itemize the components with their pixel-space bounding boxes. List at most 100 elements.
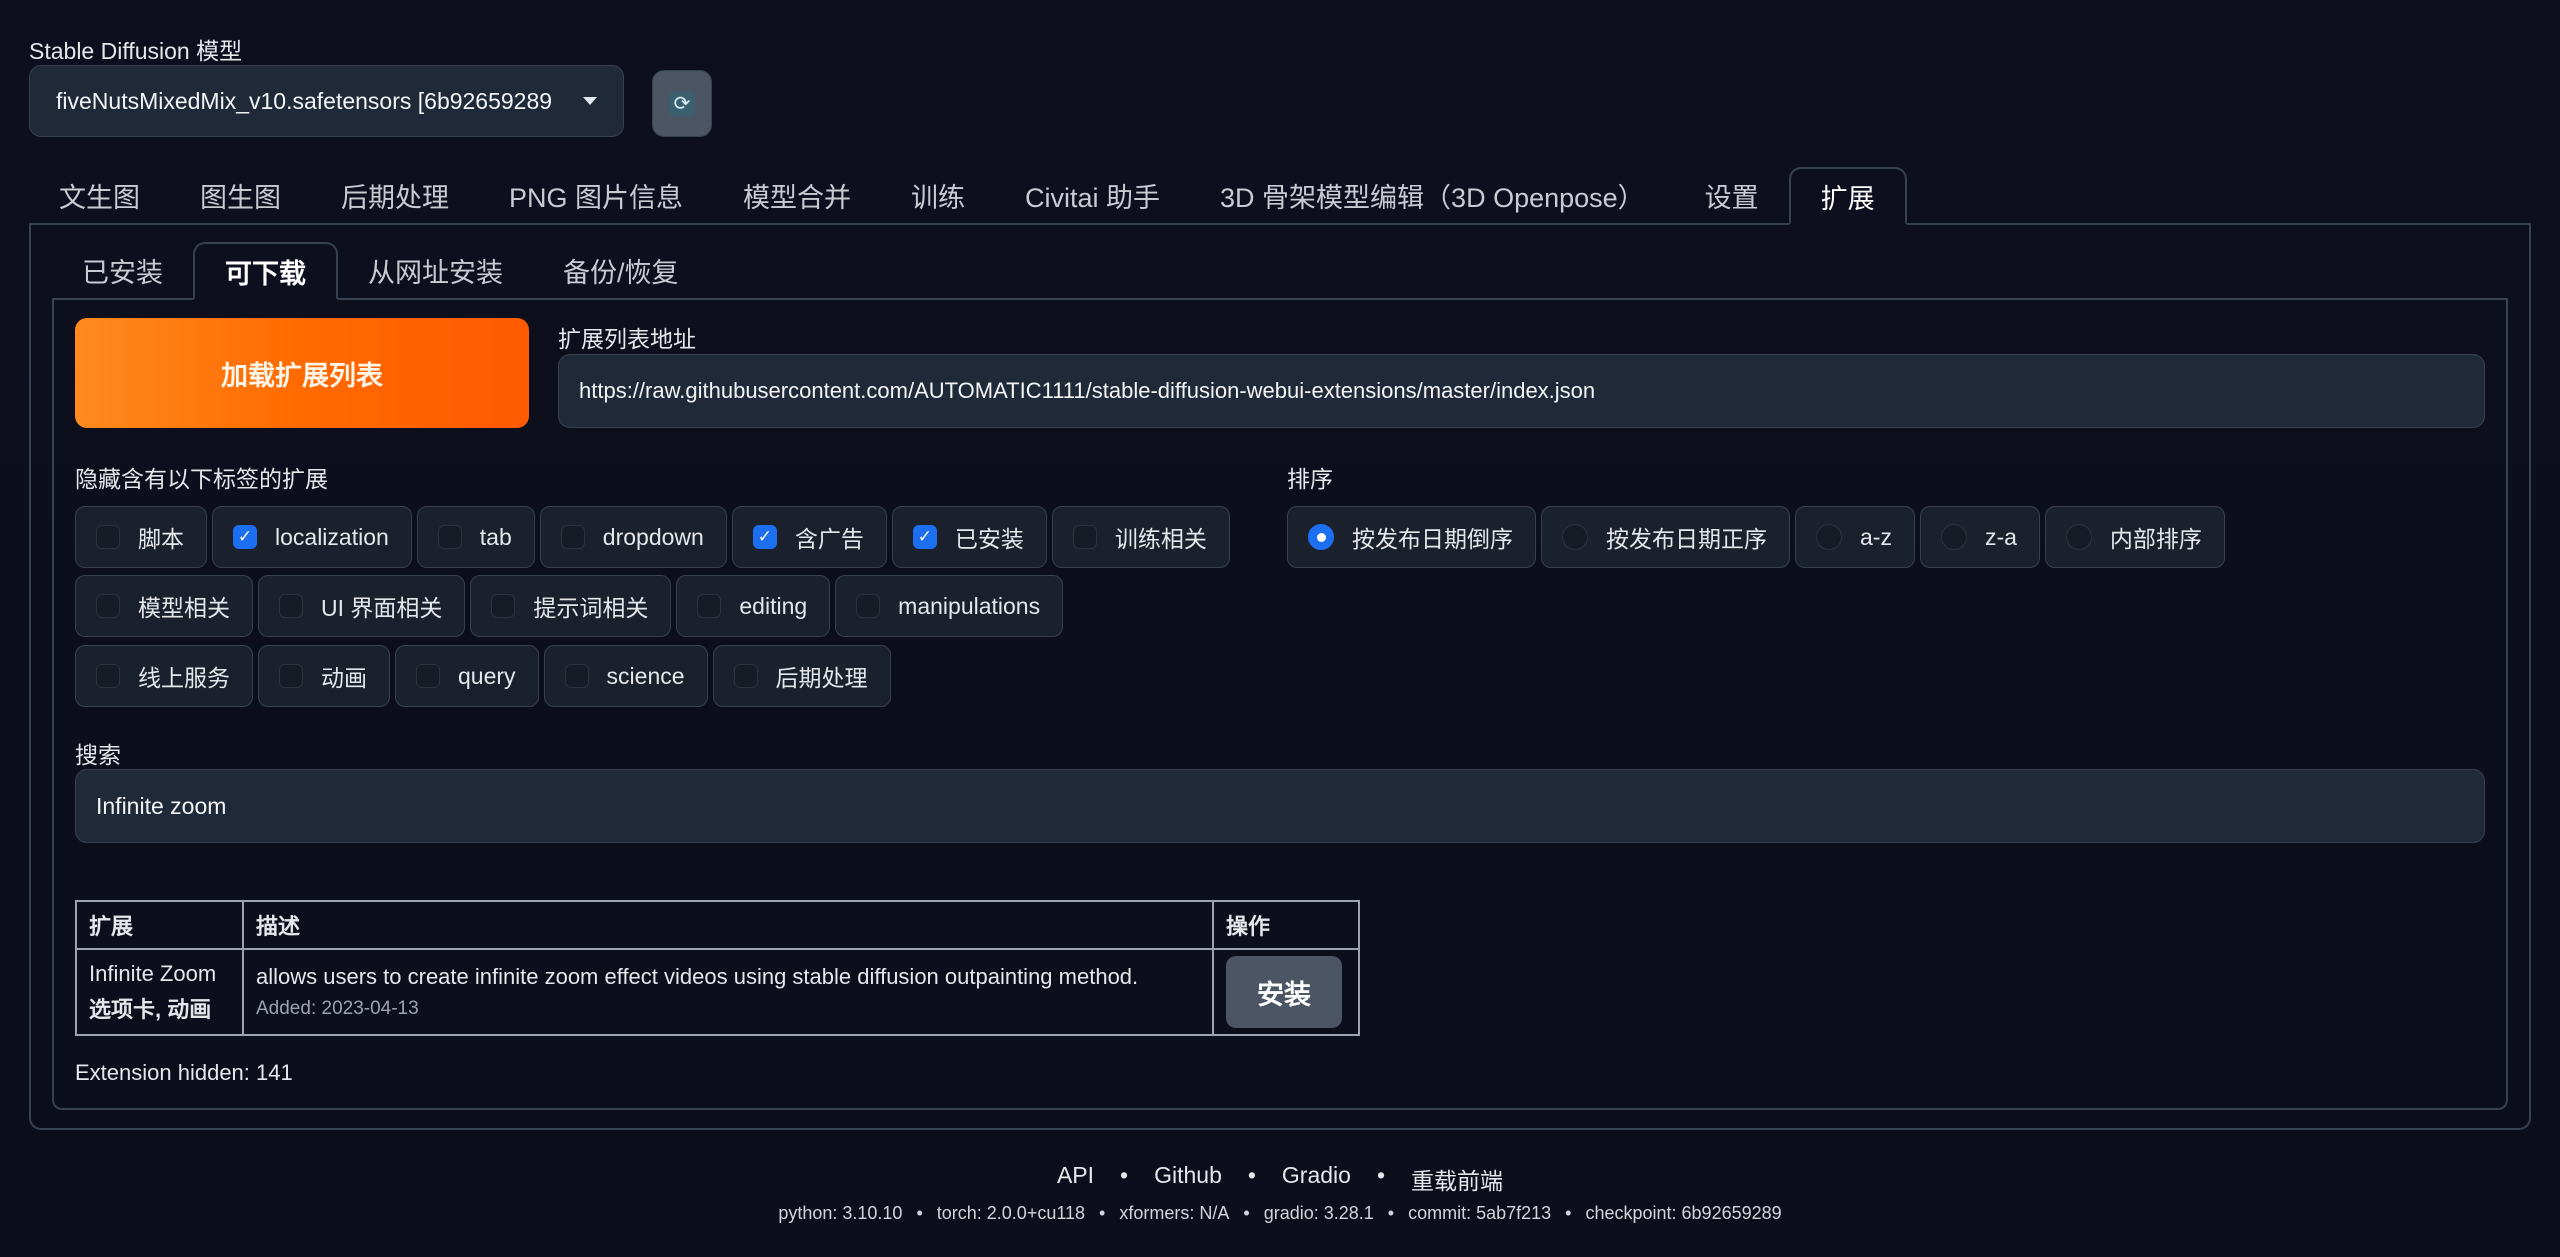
checkbox-unchecked-icon[interactable]	[279, 594, 303, 618]
hide-tags-label: 隐藏含有以下标签的扩展	[75, 466, 328, 492]
footer-separator: •	[1243, 1203, 1250, 1223]
hide-tag-checkbox[interactable]: 动画	[258, 645, 390, 707]
checkbox-unchecked-icon[interactable]	[491, 594, 516, 618]
checkbox-unchecked-icon[interactable]	[856, 594, 881, 618]
footer-separator: •	[1376, 1162, 1386, 1188]
checkbox-unchecked-icon[interactable]	[96, 664, 120, 688]
radio-unselected-icon[interactable]	[1816, 524, 1842, 550]
radio-unselected-icon[interactable]	[1562, 524, 1588, 550]
hide-tag-checkbox[interactable]: 后期处理	[712, 645, 891, 707]
sort-option-radio[interactable]: 按发布日期倒序	[1287, 506, 1536, 568]
hide-tag-label: localization	[275, 523, 389, 550]
load-extension-list-button[interactable]: 加载扩展列表	[75, 318, 529, 428]
subtab-3[interactable]: 备份/恢复	[533, 242, 709, 298]
extension-index-url-input[interactable]	[558, 354, 2485, 428]
tab-7[interactable]: 3D 骨架模型编辑（3D Openpose）	[1190, 167, 1675, 223]
version-info: torch: 2.0.0+cu118	[936, 1203, 1086, 1223]
column-header-extension: 扩展	[75, 900, 244, 950]
tab-2[interactable]: 后期处理	[311, 167, 479, 223]
footer-separator: •	[1387, 1203, 1395, 1223]
hide-tag-checkbox[interactable]: 提示词相关	[470, 575, 672, 637]
footer-separator: •	[1247, 1162, 1256, 1188]
hide-tag-label: editing	[739, 592, 808, 619]
hide-tag-checkbox[interactable]: ✓ 已安装	[891, 506, 1047, 568]
checkbox-unchecked-icon[interactable]	[733, 664, 758, 688]
extensions-sub-tab-bar: 已安装 可下载 从网址安装 备份/恢复	[52, 242, 2508, 300]
hide-tag-checkbox[interactable]: 训练相关	[1051, 506, 1230, 568]
sort-option-radio[interactable]: a-z	[1795, 506, 1915, 568]
hide-tag-checkbox[interactable]: editing	[676, 575, 831, 637]
version-info: xformers: N/A	[1119, 1203, 1230, 1223]
tab-1[interactable]: 图生图	[170, 167, 311, 223]
hide-tag-checkbox[interactable]: ✓ 含广告	[731, 506, 887, 568]
install-button[interactable]: 安装	[1226, 956, 1342, 1028]
hide-tag-checkbox[interactable]: UI 界面相关	[258, 575, 466, 637]
hide-tag-checkbox[interactable]: tab	[416, 506, 535, 568]
model-dropdown[interactable]: fiveNutsMixedMix_v10.safetensors [6b9265…	[29, 65, 624, 137]
sort-option-radio[interactable]: 按发布日期正序	[1541, 506, 1790, 568]
tab-3[interactable]: PNG 图片信息	[479, 167, 713, 223]
footer-link[interactable]: Github	[1154, 1162, 1222, 1196]
subtab-0[interactable]: 已安装	[52, 242, 193, 298]
footer-links: API • Github • Gradio • 重载前端	[0, 1162, 2560, 1196]
hide-tag-label: query	[458, 662, 516, 689]
hide-tag-checkbox[interactable]: ✓ localization	[212, 506, 412, 568]
footer-separator: •	[1120, 1162, 1129, 1188]
hide-tag-checkbox[interactable]: query	[395, 645, 539, 707]
tab-0[interactable]: 文生图	[29, 167, 170, 223]
checkbox-unchecked-icon[interactable]	[437, 525, 462, 549]
checkbox-checked-icon[interactable]: ✓	[912, 525, 937, 549]
footer-link[interactable]: Gradio	[1282, 1162, 1351, 1196]
sort-option-label: z-a	[1984, 523, 2017, 550]
tab-9[interactable]: 扩展	[1788, 167, 1907, 225]
tab-6[interactable]: Civitai 助手	[995, 167, 1190, 223]
hide-tag-label: 后期处理	[775, 665, 868, 691]
hide-tag-label: 含广告	[794, 526, 864, 552]
hidden-extensions-count: Extension hidden: 141	[75, 1060, 293, 1085]
checkbox-unchecked-icon[interactable]	[697, 594, 722, 618]
search-input[interactable]	[75, 769, 2485, 843]
refresh-icon: ⟳	[669, 90, 695, 117]
radio-unselected-icon[interactable]	[1940, 524, 1967, 550]
checkbox-unchecked-icon[interactable]	[1072, 525, 1097, 549]
model-dropdown-value: fiveNutsMixedMix_v10.safetensors [6b9265…	[56, 87, 553, 114]
checkbox-unchecked-icon[interactable]	[560, 525, 585, 549]
hide-tags-row: 线上服务 动画 query science 后期处理	[75, 645, 891, 707]
radio-unselected-icon[interactable]	[2065, 524, 2092, 550]
footer-versions: python: 3.10.10 • torch: 2.0.0+cu118 • xform…	[0, 1203, 2560, 1224]
subtab-2[interactable]: 从网址安装	[338, 242, 533, 298]
version-info: gradio: 3.28.1	[1263, 1203, 1374, 1223]
tab-4[interactable]: 模型合并	[713, 167, 881, 223]
hide-tag-checkbox[interactable]: dropdown	[539, 506, 727, 568]
hide-tag-checkbox[interactable]: 模型相关	[75, 575, 253, 637]
hide-tag-label: 已安装	[954, 526, 1024, 552]
column-header-action: 操作	[1212, 900, 1360, 950]
sort-option-radio[interactable]: 内部排序	[2044, 506, 2225, 568]
checkbox-unchecked-icon[interactable]	[96, 594, 120, 618]
checkbox-unchecked-icon[interactable]	[564, 664, 589, 688]
checkbox-unchecked-icon[interactable]	[416, 664, 440, 688]
radio-selected-icon[interactable]	[1308, 524, 1334, 550]
hide-tag-checkbox[interactable]: 脚本	[75, 506, 207, 568]
footer-link[interactable]: 重载前端	[1411, 1162, 1503, 1196]
extension-added-date: Added: 2023-04-13	[256, 998, 419, 1019]
tab-5[interactable]: 训练	[881, 167, 995, 223]
hide-tag-checkbox[interactable]: 线上服务	[75, 645, 253, 707]
checkbox-checked-icon[interactable]: ✓	[233, 525, 257, 549]
sort-label: 排序	[1287, 466, 1333, 492]
version-info: commit: 5ab7f213	[1408, 1203, 1552, 1223]
subtab-1[interactable]: 可下载	[193, 242, 338, 300]
sort-radio-group: 按发布日期倒序 按发布日期正序 a-z z-a 内部排序	[1287, 506, 2225, 568]
checkbox-unchecked-icon[interactable]	[279, 664, 303, 688]
checkbox-unchecked-icon[interactable]	[96, 525, 120, 549]
hide-tag-checkbox[interactable]: manipulations	[835, 575, 1064, 637]
checkbox-checked-icon[interactable]: ✓	[752, 525, 777, 549]
sort-option-label: 按发布日期正序	[1606, 526, 1767, 552]
hide-tag-label: manipulations	[898, 592, 1041, 619]
refresh-model-button[interactable]: ⟳	[652, 70, 712, 137]
hide-tag-label: 提示词相关	[533, 595, 649, 621]
hide-tag-checkbox[interactable]: science	[543, 645, 708, 707]
footer-link[interactable]: API	[1057, 1162, 1094, 1196]
tab-8[interactable]: 设置	[1675, 167, 1789, 223]
sort-option-radio[interactable]: z-a	[1919, 506, 2040, 568]
